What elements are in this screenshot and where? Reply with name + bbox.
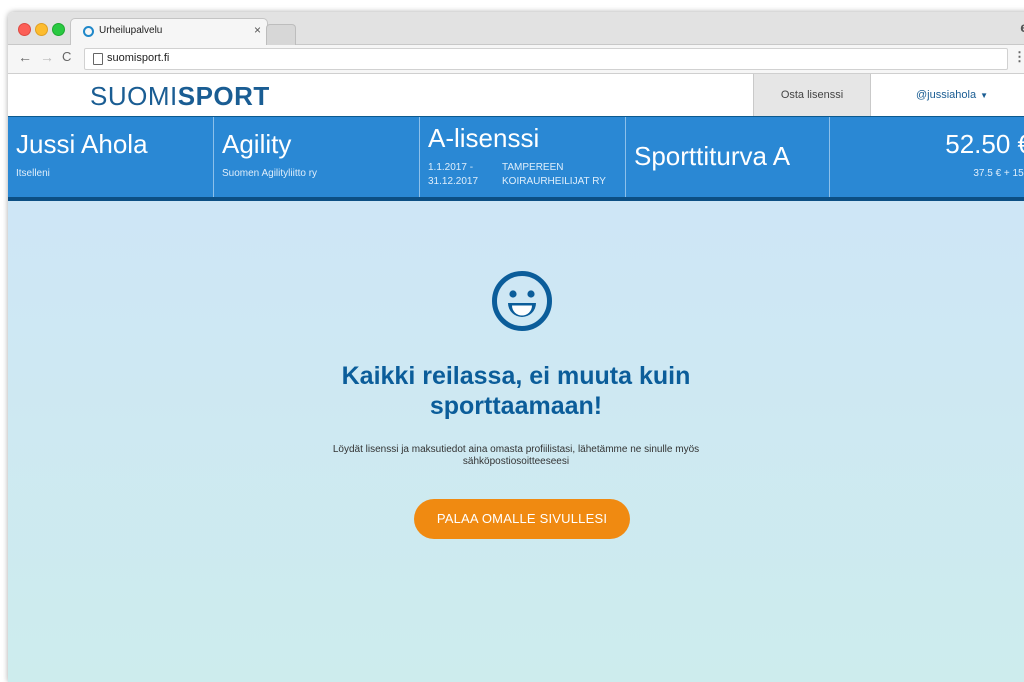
tab-bar: Urheilupalvelu × e (8, 12, 1024, 45)
back-arrow-icon[interactable]: ← (18, 49, 32, 65)
maximize-window-button[interactable] (52, 23, 65, 36)
suomisport-logo[interactable]: SUOMISPORT (90, 81, 270, 112)
logo-text-bold: SPORT (177, 81, 270, 111)
license-dates: 1.1.2017 - 31.12.2017 (428, 161, 478, 189)
summary-person: Jussi Ahola Itselleni (8, 117, 214, 197)
reload-icon[interactable]: C (62, 49, 71, 64)
profile-icon[interactable]: e (1020, 19, 1024, 35)
close-window-button[interactable] (18, 23, 31, 36)
user-menu-dropdown[interactable]: @jussiahola ▼ (886, 74, 1024, 116)
confirmation-panel: Kaikki reilassa, ei muuta kuin sporttaam… (8, 201, 1024, 682)
heading-line1: Kaikki reilassa, ei muuta kuin (341, 362, 691, 390)
browser-menu-icon[interactable]: ⋮ (1013, 49, 1024, 65)
browser-window: Urheilupalvelu × e ← → C suomisport.fi ⋮… (8, 12, 1024, 682)
summary-insurance: Sporttiturva A (626, 117, 830, 197)
club-line2: KOIRAURHEILIJAT RY (502, 176, 606, 187)
site-header: SUOMISPORT Osta lisenssi @jussiahola ▼ (8, 74, 1024, 118)
tab-close-icon[interactable]: × (254, 23, 261, 37)
site-favicon-icon (83, 26, 94, 37)
minimize-window-button[interactable] (35, 23, 48, 36)
insurance-name: Sporttiturva A (634, 141, 791, 171)
sport-name: Agility (222, 129, 292, 159)
new-tab-button[interactable] (266, 24, 296, 45)
summary-price: 52.50 € 37.5 € + 15 € (830, 117, 1024, 197)
confirmation-heading: Kaikki reilassa, ei muuta kuin sporttaam… (8, 361, 1024, 421)
description-line2: sähköpostiosoitteeseesi (462, 456, 570, 467)
person-sub: Itselleni (16, 168, 50, 179)
logo-text-thin: SUOMI (90, 81, 178, 111)
chevron-down-icon: ▼ (980, 91, 989, 100)
purchase-summary-bar: Jussi Ahola Itselleni Agility Suomen Agi… (8, 117, 1024, 201)
page-icon (93, 53, 103, 65)
address-bar[interactable]: suomisport.fi (84, 48, 1008, 70)
club-line1: TAMPEREEN (502, 162, 564, 173)
return-to-profile-button[interactable]: PALAA OMALLE SIVULLESI (414, 499, 630, 539)
license-start: 1.1.2017 - (428, 162, 474, 173)
person-name: Jussi Ahola (16, 129, 148, 159)
browser-tab[interactable]: Urheilupalvelu × (70, 18, 268, 45)
forward-arrow-icon[interactable]: → (40, 49, 54, 65)
sport-federation: Suomen Agilityliitto ry (222, 168, 318, 179)
total-price: 52.50 € (945, 129, 1024, 159)
user-menu-label: @jussiahola (916, 89, 977, 101)
license-club: TAMPEREEN KOIRAURHEILIJAT RY (502, 161, 606, 189)
tab-title: Urheilupalvelu (99, 25, 163, 36)
smiley-icon (492, 271, 552, 331)
url-text[interactable]: suomisport.fi (107, 52, 169, 64)
address-toolbar: ← → C suomisport.fi ⋮ (8, 45, 1024, 74)
buy-license-button[interactable]: Osta lisenssi (753, 74, 871, 116)
heading-line2: sporttaamaan! (429, 392, 603, 420)
price-breakdown: 37.5 € + 15 € (973, 168, 1024, 179)
description-line1: Löydät lisenssi ja maksutiedot aina omas… (332, 444, 700, 455)
summary-license: A-lisenssi 1.1.2017 - 31.12.2017 TAMPERE… (420, 117, 626, 197)
summary-sport: Agility Suomen Agilityliitto ry (214, 117, 420, 197)
license-name: A-lisenssi (428, 123, 540, 153)
license-end: 31.12.2017 (428, 176, 479, 187)
confirmation-description: Löydät lisenssi ja maksutiedot aina omas… (266, 444, 766, 468)
